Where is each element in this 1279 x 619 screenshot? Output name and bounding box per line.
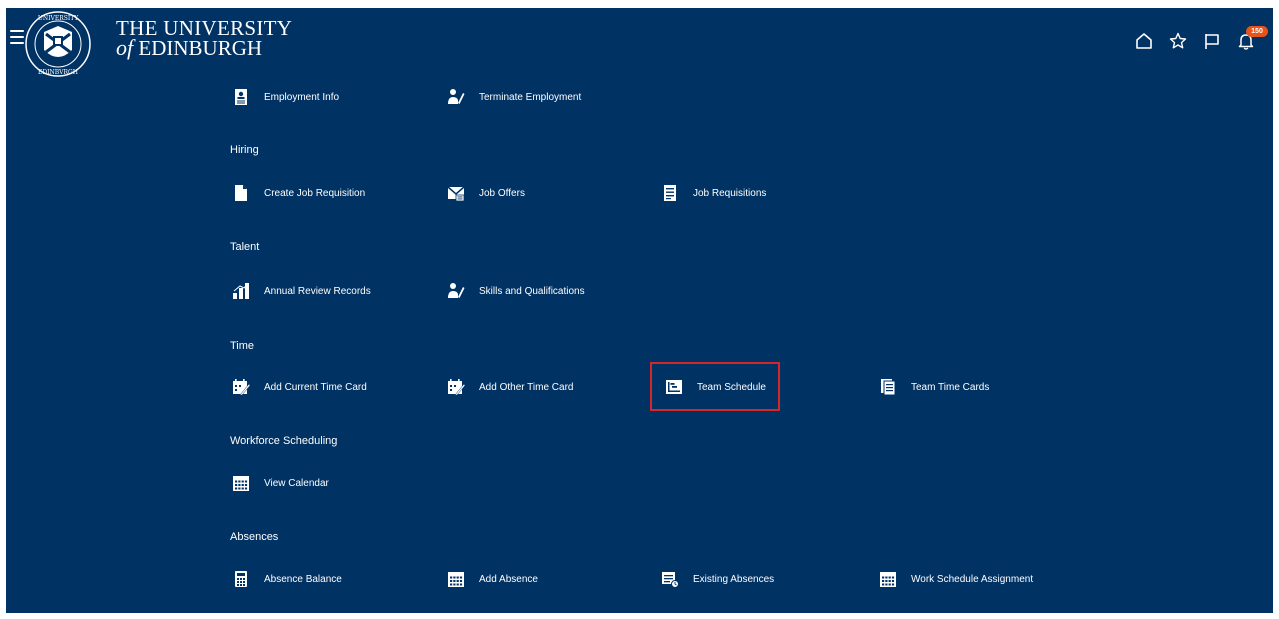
section-title-talent: Talent	[230, 241, 260, 253]
quick-action-job-offers[interactable]: Job Offers	[447, 183, 525, 203]
menu-icon[interactable]	[10, 30, 24, 44]
quick-action-terminate-employment[interactable]: Terminate Employment	[447, 87, 581, 107]
item-label: Add Absence	[479, 573, 538, 585]
bar-chart-icon	[233, 282, 249, 299]
document-icon	[235, 185, 247, 201]
quick-action-team-time-cards[interactable]: Team Time Cards	[879, 377, 989, 397]
absence-list-icon	[662, 572, 679, 588]
id-badge-icon	[235, 89, 247, 105]
item-label: Add Other Time Card	[479, 381, 574, 393]
section-title-workforce-scheduling: Workforce Scheduling	[230, 435, 338, 447]
cards-icon	[881, 379, 896, 396]
list-document-icon	[664, 185, 676, 201]
item-label: Employment Info	[264, 91, 340, 103]
quick-action-employment-info[interactable]: Employment Info	[232, 87, 339, 107]
item-label: Team Time Cards	[911, 381, 990, 393]
svg-text:EDINBVRGH: EDINBVRGH	[38, 69, 78, 76]
quick-action-existing-absences[interactable]: Existing Absences	[661, 569, 774, 589]
item-label: Add Current Time Card	[264, 381, 367, 393]
notifications-button[interactable]: 150	[1237, 26, 1268, 50]
item-label: Job Requisitions	[693, 187, 767, 199]
flag-icon[interactable]	[1203, 32, 1221, 50]
brand-line1: THE UNIVERSITY	[116, 16, 293, 40]
person-pencil-icon	[448, 89, 465, 104]
app-window: UNIVERSITY EDINBVRGH THE UNIVERSITY of E…	[6, 8, 1273, 613]
person-pencil-icon	[448, 283, 465, 298]
brand-of: of	[116, 35, 134, 60]
quick-action-add-other-time-card[interactable]: Add Other Time Card	[447, 377, 573, 397]
calendar-icon	[880, 572, 896, 587]
item-label: Create Job Requisition	[264, 187, 366, 199]
quick-action-work-schedule-assignment[interactable]: Work Schedule Assignment	[879, 569, 1033, 589]
home-icon[interactable]	[1135, 32, 1153, 50]
item-label: Job Offers	[479, 187, 525, 199]
star-icon[interactable]	[1169, 32, 1187, 50]
quick-action-create-job-requisition[interactable]: Create Job Requisition	[232, 183, 365, 203]
item-label: View Calendar	[264, 477, 329, 489]
item-label: Team Schedule	[697, 381, 766, 393]
calendar-icon	[448, 572, 464, 587]
calendar-icon	[233, 476, 249, 491]
brand-edinburgh: EDINBURGH	[138, 36, 263, 60]
time-card-icon	[448, 379, 465, 396]
university-crest-logo[interactable]: UNIVERSITY EDINBVRGH	[24, 10, 92, 78]
section-title-hiring: Hiring	[230, 144, 259, 156]
item-label: Terminate Employment	[479, 91, 582, 103]
section-title-absences: Absences	[230, 531, 279, 543]
time-card-icon	[233, 379, 250, 396]
envelope-icon	[447, 186, 465, 202]
brand-line2: of EDINBURGH	[116, 35, 292, 60]
item-label: Work Schedule Assignment	[911, 573, 1034, 585]
quick-action-view-calendar[interactable]: View Calendar	[232, 473, 329, 493]
item-label: Existing Absences	[693, 573, 775, 585]
quick-action-absence-balance[interactable]: Absence Balance	[232, 569, 342, 589]
quick-action-add-absence[interactable]: Add Absence	[447, 569, 538, 589]
item-label: Skills and Qualifications	[479, 285, 585, 297]
notification-count-badge: 150	[1246, 26, 1268, 37]
quick-action-annual-review-records[interactable]: Annual Review Records	[232, 281, 371, 301]
quick-action-job-requisitions[interactable]: Job Requisitions	[661, 183, 766, 203]
calculator-icon	[235, 571, 247, 587]
top-banner: UNIVERSITY EDINBVRGH THE UNIVERSITY of E…	[6, 8, 1273, 80]
item-label: Annual Review Records	[264, 285, 371, 297]
quick-action-team-schedule[interactable]: Team Schedule	[665, 377, 766, 397]
university-name: THE UNIVERSITY of EDINBURGH	[116, 16, 293, 60]
quick-action-skills-and-qualifications[interactable]: Skills and Qualifications	[447, 281, 585, 301]
quick-action-add-current-time-card[interactable]: Add Current Time Card	[232, 377, 367, 397]
section-title-time: Time	[230, 340, 255, 352]
header-actions: 150	[1135, 26, 1268, 50]
svg-text:UNIVERSITY: UNIVERSITY	[38, 15, 79, 22]
item-label: Absence Balance	[264, 573, 342, 585]
schedule-icon	[666, 380, 682, 394]
